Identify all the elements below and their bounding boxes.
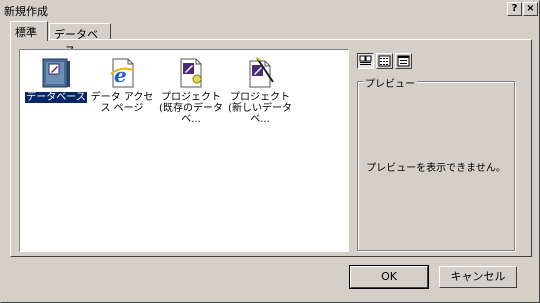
- list-item-project-new[interactable]: プロジェクト (新しいデータベ...: [226, 56, 294, 125]
- template-list[interactable]: データベース e データ アクセス ページ プロジェクト (既存のデータベ...…: [19, 49, 349, 252]
- tab-database[interactable]: データベース: [49, 23, 111, 57]
- ie-page-icon: e: [105, 56, 139, 90]
- list-item-label: データ アクセス ページ: [90, 92, 154, 114]
- list-item-project-existing[interactable]: プロジェクト (既存のデータベ...: [157, 56, 225, 125]
- help-button[interactable]: ?: [507, 2, 522, 16]
- list-item-data-access-page[interactable]: e データ アクセス ページ: [88, 56, 156, 114]
- project-existing-icon: [174, 56, 208, 90]
- list-item-label: プロジェクト (新しいデータベ...: [228, 92, 292, 125]
- project-new-icon: [243, 56, 277, 90]
- svg-text:e: e: [114, 63, 127, 87]
- ok-button[interactable]: OK: [349, 265, 429, 289]
- database-icon: [39, 56, 73, 90]
- preview-label: プレビュー: [363, 75, 417, 90]
- title-bar[interactable]: 新規作成 ? ×: [1, 1, 539, 19]
- new-dialog: 新規作成 ? × 標準 データベース データベース: [0, 0, 540, 303]
- list-item-label: データベース: [25, 92, 87, 103]
- window-title: 新規作成: [4, 5, 48, 18]
- list-item-label: プロジェクト (既存のデータベ...: [159, 92, 223, 125]
- details-view-button[interactable]: [395, 53, 412, 69]
- preview-message: プレビューを表示できません。: [366, 163, 506, 174]
- list-view-button[interactable]: [376, 53, 393, 69]
- list-view-icon: [378, 55, 391, 67]
- close-button[interactable]: ×: [523, 2, 538, 16]
- tab-standard-label: 標準: [15, 26, 37, 39]
- list-item-database[interactable]: データベース: [22, 56, 90, 103]
- tab-standard[interactable]: 標準: [10, 21, 48, 41]
- cancel-button[interactable]: キャンセル: [439, 266, 517, 288]
- large-icons-icon: [359, 55, 372, 65]
- details-view-icon: [397, 55, 410, 67]
- large-icons-view-button[interactable]: [357, 53, 374, 69]
